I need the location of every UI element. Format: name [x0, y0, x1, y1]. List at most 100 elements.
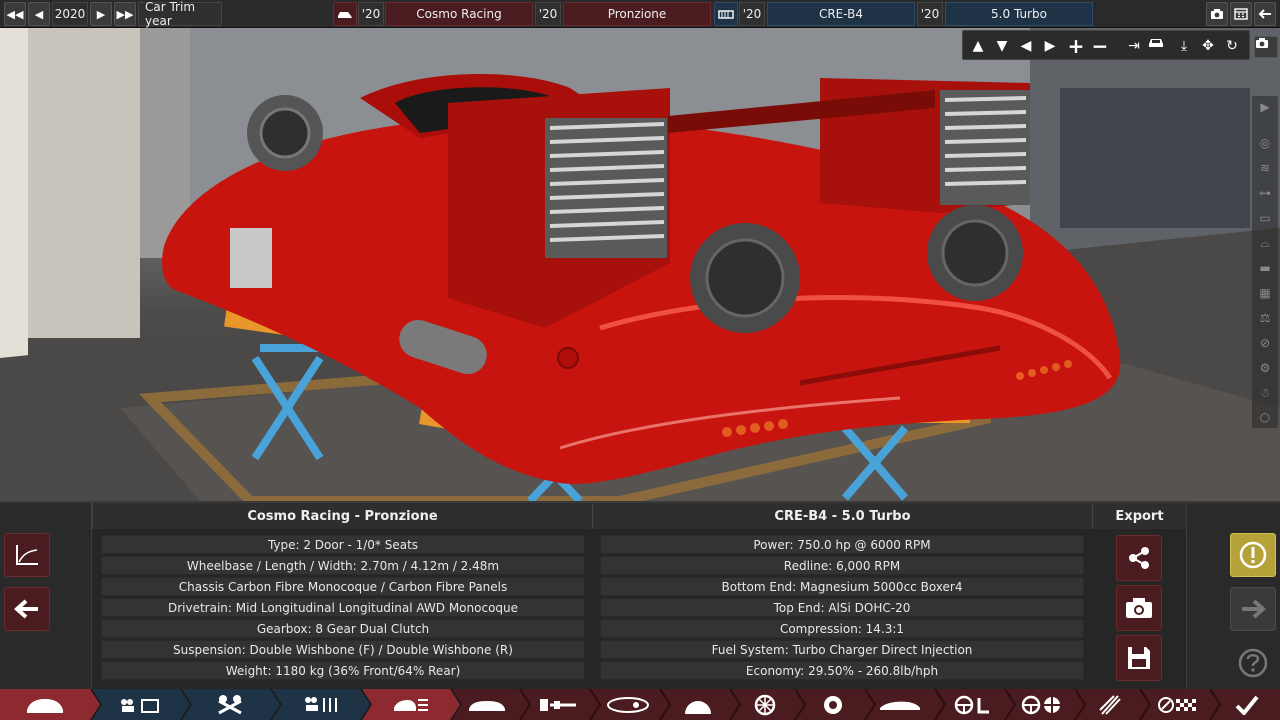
body-profile-icon	[469, 700, 505, 711]
rail-car-icon[interactable]: ▬	[1256, 259, 1274, 277]
nav-safety[interactable]	[1012, 689, 1072, 720]
info-panel: Cosmo Racing - Pronzione Type: 2 Door - …	[0, 501, 1280, 691]
checkmark-icon	[1235, 695, 1259, 715]
car-row-suspension: Suspension: Double Wishbone (F) / Double…	[101, 640, 585, 659]
rail-lift-icon[interactable]: ⚖	[1256, 309, 1274, 327]
nav-car-model[interactable]	[20, 689, 70, 720]
nav-aero[interactable]	[870, 689, 930, 720]
engine-folder-icon	[121, 698, 159, 713]
chassis-icon	[394, 698, 428, 711]
car-viewport[interactable]: ▲ ▼ ◀ ▶ + − ⇥ ⤓ ✥ ↻ ▶ ◎ ≋ ⊶ ▭ ⌓ ▬ ▦ ⚖ ⊘ …	[0, 28, 1280, 501]
next-year-button[interactable]: ▶	[90, 2, 112, 26]
car-view-button[interactable]	[1147, 35, 1169, 57]
prev-year-button[interactable]: ◀	[28, 2, 50, 26]
engine-block-icon	[718, 10, 734, 19]
rail-suspension-icon[interactable]: ⊶	[1256, 184, 1274, 202]
car-model-button[interactable]	[333, 2, 357, 26]
drop-camera-button[interactable]: ⤓	[1173, 35, 1195, 57]
aero-profile-icon	[880, 701, 920, 710]
help-icon	[1238, 648, 1268, 678]
rail-spring-icon[interactable]: ≋	[1256, 159, 1274, 177]
car-row-type: Type: 2 Door - 1/0* Seats	[101, 535, 585, 554]
car-scene	[0, 28, 1280, 501]
nav-engine-block[interactable]	[200, 689, 260, 720]
saw-blade-icon	[684, 700, 711, 714]
engine-row-compression: Compression: 14.3:1	[600, 619, 1084, 638]
export-title: Export	[1092, 503, 1186, 529]
nav-drivetrain[interactable]	[530, 689, 585, 720]
floppy-icon	[1128, 647, 1150, 669]
rail-body-icon[interactable]: ⌓	[1256, 234, 1274, 252]
camera-right-button[interactable]: ▶	[1039, 35, 1061, 57]
spring-icon	[1099, 694, 1121, 715]
nav-engine-tune[interactable]	[290, 689, 350, 720]
nav-wheels[interactable]	[740, 689, 790, 720]
nav-engine-family[interactable]	[110, 689, 170, 720]
nav-interior[interactable]	[945, 689, 1000, 720]
graph-button[interactable]	[4, 533, 50, 577]
nav-gearbox[interactable]	[600, 689, 655, 720]
warning-button[interactable]	[1230, 533, 1276, 577]
rail-wheel-icon[interactable]: ◎	[1256, 134, 1274, 152]
drivetrain-icon	[539, 698, 576, 711]
move-icon: ✥	[1202, 38, 1214, 54]
tyre-icon	[823, 695, 842, 714]
checkered-flag-icon	[1157, 696, 1196, 713]
engine-panel-title: CRE-B4 - 5.0 Turbo	[592, 503, 1092, 529]
camera-down-button[interactable]: ▼	[991, 35, 1013, 57]
photo-mode-button[interactable]	[1254, 36, 1278, 58]
left-icon: ◀	[34, 7, 44, 21]
nav-chassis[interactable]	[380, 689, 440, 720]
nav-brakes[interactable]	[670, 689, 725, 720]
photo-export-button[interactable]	[1116, 585, 1162, 631]
screenshot-button[interactable]	[1206, 2, 1228, 26]
car-icon	[338, 12, 352, 18]
rail-no-icon[interactable]: ⊘	[1256, 334, 1274, 352]
engine-variant-field[interactable]: 5.0 Turbo	[945, 2, 1093, 26]
camera-up-button[interactable]: ▲	[967, 35, 989, 57]
zoom-in-button[interactable]: +	[1065, 34, 1087, 58]
share-button[interactable]	[1116, 535, 1162, 581]
engine-row-bottom-end: Bottom End: Magnesium 5000cc Boxer4	[600, 577, 1084, 596]
rail-person-icon[interactable]: ☃	[1256, 384, 1274, 402]
help-button[interactable]	[1230, 641, 1276, 685]
steering-seat-icon	[954, 695, 989, 714]
last-year-button[interactable]: ▶▶	[114, 2, 136, 26]
reset-camera-button[interactable]: ↻	[1221, 35, 1243, 57]
rail-bar-icon[interactable]: ▭	[1256, 209, 1274, 227]
year-field[interactable]: 2020	[52, 2, 88, 26]
trim-year: '20	[535, 2, 561, 26]
rail-expand-icon[interactable]: ▶	[1256, 98, 1274, 116]
double-left-icon: ◀◀	[6, 7, 24, 21]
nav-tyres[interactable]	[805, 689, 860, 720]
model-name-field[interactable]: Cosmo Racing	[385, 2, 533, 26]
calendar-button[interactable]	[1230, 2, 1252, 26]
camera-left-button[interactable]: ◀	[1015, 35, 1037, 57]
next-button[interactable]	[1230, 587, 1276, 631]
back-button[interactable]	[4, 587, 50, 631]
engine-variant-year: '20	[917, 2, 943, 26]
nav-tuning[interactable]	[1085, 689, 1135, 720]
first-year-button[interactable]: ◀◀	[4, 2, 26, 26]
zoom-out-button[interactable]: −	[1089, 34, 1111, 58]
nav-testing[interactable]	[1150, 689, 1205, 720]
wheel-crash-icon	[1021, 695, 1060, 714]
trim-name-field[interactable]: Pronzione	[563, 2, 711, 26]
engine-model-button[interactable]	[714, 2, 738, 26]
nav-body[interactable]	[462, 689, 512, 720]
pan-button[interactable]: ✥	[1197, 35, 1219, 57]
rail-gear-icon[interactable]: ⚙	[1256, 359, 1274, 377]
save-button[interactable]	[1116, 635, 1162, 681]
exit-button[interactable]	[1254, 2, 1276, 26]
model-year: '20	[358, 2, 384, 26]
align-right-button[interactable]: ⇥	[1123, 35, 1145, 57]
engine-row-top-end: Top End: AlSi DOHC-20	[600, 598, 1084, 617]
right-icon: ▶	[96, 7, 106, 21]
warning-icon	[1239, 541, 1267, 569]
rail-engine-icon[interactable]: ▦	[1256, 284, 1274, 302]
engine-family-field[interactable]: CRE-B4	[767, 2, 915, 26]
nav-finish[interactable]	[1222, 689, 1272, 720]
car-row-drivetrain: Drivetrain: Mid Longitudinal Longitudina…	[101, 598, 585, 617]
rail-circle-icon[interactable]: ○	[1256, 408, 1274, 426]
design-step-nav	[0, 689, 1280, 720]
